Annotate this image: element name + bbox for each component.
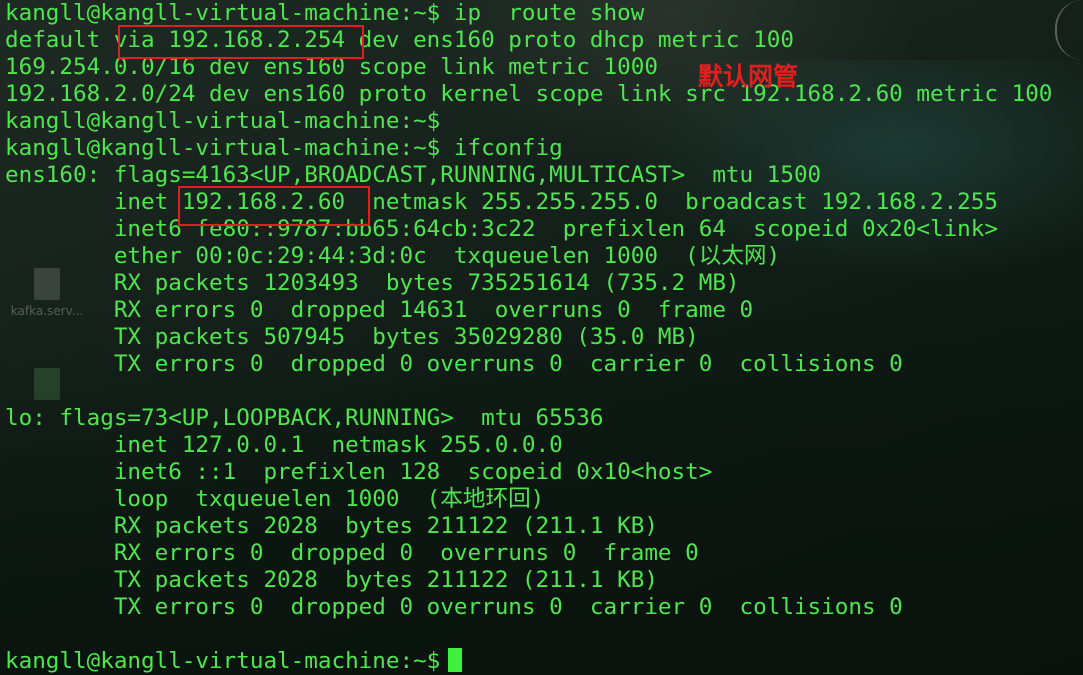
- terminal-line: loop txqueuelen 1000 (本地环回): [5, 486, 545, 512]
- terminal-prompt-line[interactable]: kangll@kangll-virtual-machine:~$: [5, 648, 1083, 675]
- terminal-line: kangll@kangll-virtual-machine:~$ ip rout…: [5, 0, 645, 26]
- ip-highlight-box: [178, 186, 370, 226]
- terminal-line: RX errors 0 dropped 0 overruns 0 frame 0: [5, 540, 699, 566]
- terminal-line: RX packets 1203493 bytes 735251614 (735.…: [5, 270, 740, 296]
- terminal-line: kangll@kangll-virtual-machine:~$ ifconfi…: [5, 135, 563, 161]
- text-cursor: [448, 648, 463, 672]
- terminal-output[interactable]: kangll@kangll-virtual-machine:~$ ip rout…: [0, 0, 1083, 675]
- terminal-line: TX packets 2028 bytes 211122 (211.1 KB): [5, 567, 658, 593]
- terminal-line: TX errors 0 dropped 0 overruns 0 carrier…: [5, 594, 903, 620]
- terminal-prompt: kangll@kangll-virtual-machine:~$: [5, 648, 441, 674]
- terminal-line: inet6 ::1 prefixlen 128 scopeid 0x10<hos…: [5, 459, 713, 485]
- terminal-line: ens160: flags=4163<UP,BROADCAST,RUNNING,…: [5, 162, 822, 188]
- terminal-line: kangll@kangll-virtual-machine:~$: [5, 108, 441, 134]
- terminal-line: inet 192.168.2.60 netmask 255.255.255.0 …: [5, 189, 998, 215]
- terminal-line: ether 00:0c:29:44:3d:0c txqueuelen 1000 …: [5, 243, 781, 269]
- terminal-line: RX errors 0 dropped 14631 overruns 0 fra…: [5, 297, 754, 323]
- terminal-line: inet 127.0.0.1 netmask 255.0.0.0: [5, 432, 563, 458]
- terminal-line: inet6 fe80::9787:bb65:64cb:3c22 prefixle…: [5, 216, 998, 242]
- terminal-line: TX packets 507945 bytes 35029280 (35.0 M…: [5, 324, 699, 350]
- terminal-line: 192.168.2.0/24 dev ens160 proto kernel s…: [5, 81, 1053, 107]
- terminal-line: RX packets 2028 bytes 211122 (211.1 KB): [5, 513, 658, 539]
- gateway-annotation-label: 默认网管: [698, 62, 799, 91]
- gateway-highlight-box: [118, 25, 364, 59]
- terminal-line: lo: flags=73<UP,LOOPBACK,RUNNING> mtu 65…: [5, 405, 604, 431]
- terminal-line: TX errors 0 dropped 0 overruns 0 carrier…: [5, 351, 903, 377]
